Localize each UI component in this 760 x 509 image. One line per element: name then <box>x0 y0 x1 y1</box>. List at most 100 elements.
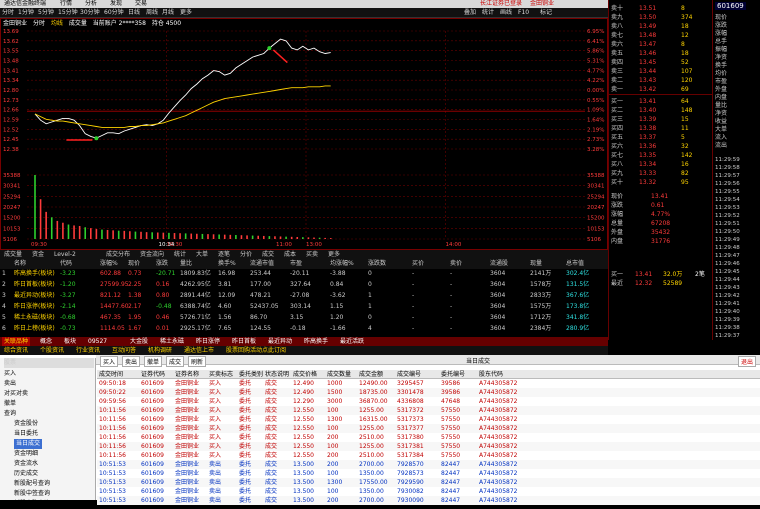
trade-header-cell[interactable]: 买卖标志 <box>209 370 233 379</box>
ask-row[interactable]: 卖三 13.44 107 <box>611 67 711 76</box>
trade-toolbar-button-2[interactable]: 撤单 <box>144 356 163 367</box>
trade-row[interactable]: 10:11:56 601609 金田铜业 买入 委托 成交 12.550 200 2510.00… <box>97 451 760 460</box>
table-header-1[interactable]: 代码 <box>60 259 72 269</box>
toolbar-period-4[interactable]: 30分钟 <box>80 9 100 17</box>
mid-tab-12[interactable]: 更多 <box>326 250 342 259</box>
related-tab-9[interactable]: 昨高换手 <box>302 337 330 346</box>
toolbar-period-9[interactable]: 更多 <box>180 9 192 17</box>
trade-toolbar-button-1[interactable]: 卖出 <box>122 356 141 367</box>
sidebar-item[interactable]: 资金股份 <box>14 419 38 429</box>
toolbar-period-8[interactable]: 月线 <box>162 9 174 17</box>
mid-tab-6[interactable]: 大单 <box>194 250 210 259</box>
news-tab-4[interactable]: 机构调研 <box>146 346 174 355</box>
toolbar-right-4[interactable]: 标记 <box>540 9 552 17</box>
ask-row[interactable]: 卖九 13.50 374 <box>611 13 711 22</box>
table-header-12[interactable]: 卖价 <box>450 259 462 269</box>
mid-tab-10[interactable]: 成本 <box>282 250 298 259</box>
sidebar-item[interactable]: 新股中签查询 <box>14 489 50 499</box>
trade-toolbar-button-4[interactable]: 刷新 <box>188 356 207 367</box>
trade-row[interactable]: 10:11:56 601609 金田铜业 买入 委托 成交 12.550 200 2510.00… <box>97 433 760 442</box>
toolbar-period-2[interactable]: 5分钟 <box>38 9 54 17</box>
mid-tab-1[interactable]: 资金 <box>30 250 46 259</box>
trade-row[interactable]: 09:50:18 601609 金田铜业 买入 委托 成交 12.490 1000 12490.… <box>97 379 760 388</box>
related-tab-7[interactable]: 昨日首板 <box>230 337 258 346</box>
trade-header-cell[interactable]: 成交金额 <box>359 370 383 379</box>
mid-tab-7[interactable]: 逐笔 <box>216 250 232 259</box>
trade-header-cell[interactable]: 委托编号 <box>441 370 465 379</box>
table-row[interactable]: 3 最近异动(板块) -3.27 821.12 1.38 0.80 2891.44亿 12.0… <box>0 291 608 301</box>
sidebar-item[interactable]: 资金流水 <box>14 459 38 469</box>
bid-row[interactable]: 买十 13.32 95 <box>611 178 711 187</box>
bid-row[interactable]: 买六 13.36 32 <box>611 142 711 151</box>
table-header-2[interactable]: 涨幅% <box>100 259 118 269</box>
mid-tab-2[interactable]: Level-2 <box>52 250 78 259</box>
trade-row[interactable]: 10:11:56 601609 金田铜业 买入 委托 成交 12.550 100 1255.00… <box>97 424 760 433</box>
trade-header-cell[interactable]: 成交时间 <box>99 370 123 379</box>
ask-row[interactable]: 卖二 13.43 120 <box>611 76 711 85</box>
sidebar-item[interactable]: 查询 <box>4 409 16 419</box>
toolbar-period-6[interactable]: 日线 <box>128 9 140 17</box>
sidebar-item[interactable]: 卖出 <box>4 379 16 389</box>
table-row[interactable]: 4 昨日涨停(板块) -2.14 14477.60 2.17 -0.48 6388.74亿 4… <box>0 302 608 312</box>
trade-header-cell[interactable]: 状态说明 <box>265 370 289 379</box>
sidebar-item[interactable]: 当日成交 <box>14 439 43 449</box>
trade-toolbar-button-0[interactable]: 买入 <box>100 356 119 367</box>
table-header-7[interactable]: 流通市值 <box>250 259 274 269</box>
table-row[interactable]: 5 稀土永磁(板块) -0.68 467.35 1.95 0.46 5726.71亿 1.56… <box>0 313 608 323</box>
toolbar-right-1[interactable]: 统计 <box>482 9 494 17</box>
trade-row[interactable]: 09:50:22 601609 金田铜业 买入 委托 成交 12.490 1500 18735.… <box>97 388 760 397</box>
table-row[interactable]: 6 昨日上榜(板块) -0.73 1114.05 1.67 0.01 2925.17亿 7.6… <box>0 324 608 334</box>
news-tab-6[interactable]: 股票回购活动点此订阅 <box>224 346 288 355</box>
intraday-chart[interactable]: 金田铜业 分时 均线 成交量 当前账户 2****358 持仓 4500 13.… <box>0 18 608 250</box>
menu-item-jiaoyi[interactable]: 交易 <box>135 0 147 8</box>
menu-item-hangqing[interactable]: 行情 <box>60 0 72 8</box>
sidebar-item[interactable]: 资金明细 <box>14 449 38 459</box>
news-tab-0[interactable]: 综合资讯 <box>2 346 30 355</box>
bid-row[interactable]: 买四 13.38 11 <box>611 124 711 133</box>
related-tab-10[interactable]: 最近活跃 <box>338 337 366 346</box>
news-tab-2[interactable]: 行业资讯 <box>74 346 102 355</box>
trade-row[interactable]: 10:11:56 601609 金田铜业 买入 委托 成交 12.550 100 1255.00… <box>97 442 760 451</box>
mid-tab-4[interactable]: 资金流向 <box>138 250 166 259</box>
table-header-3[interactable]: 现价 <box>128 259 140 269</box>
mid-tab-0[interactable]: 成交量 <box>2 250 24 259</box>
trade-row[interactable]: 09:59:56 601609 金田铜业 买入 委托 成交 12.290 3000 36870.… <box>97 397 760 406</box>
sidebar-item[interactable]: 当日委托 <box>14 429 38 439</box>
toolbar-period-1[interactable]: 1分钟 <box>18 9 34 17</box>
news-tab-5[interactable]: 通达信上市 <box>182 346 216 355</box>
sidebar-item[interactable]: 历史成交 <box>14 469 38 479</box>
bid-row[interactable]: 买七 13.35 142 <box>611 151 711 160</box>
trade-row[interactable]: 10:51:53 601609 金田铜业 卖出 委托 成交 13.500 200 2700.00… <box>97 496 760 505</box>
table-header-8[interactable]: 市盈 <box>290 259 302 269</box>
trade-header-cell[interactable]: 成交数量 <box>327 370 351 379</box>
mid-tab-8[interactable]: 分价 <box>238 250 254 259</box>
menu-item-fenxi[interactable]: 分析 <box>85 0 97 8</box>
toolbar-period-5[interactable]: 60分钟 <box>104 9 124 17</box>
trade-row[interactable]: 10:51:53 601609 金田铜业 卖出 委托 成交 13.500 100 1350.00… <box>97 469 760 478</box>
ask-row[interactable]: 卖六 13.47 8 <box>611 40 711 49</box>
toolbar-period-0[interactable]: 分时 <box>2 9 14 17</box>
ask-row[interactable]: 卖八 13.49 18 <box>611 22 711 31</box>
trade-toolbar-button-3[interactable]: 成交 <box>166 356 185 367</box>
trade-header-cell[interactable]: 证券代码 <box>141 370 165 379</box>
ask-row[interactable]: 卖一 13.42 69 <box>611 85 711 94</box>
sidebar-item[interactable]: 对买对卖 <box>4 389 28 399</box>
bid-row[interactable]: 买二 13.40 148 <box>611 106 711 115</box>
ask-row[interactable]: 卖四 13.45 52 <box>611 58 711 67</box>
bid-row[interactable]: 买三 13.39 15 <box>611 115 711 124</box>
table-header-9[interactable]: 均涨幅% <box>330 259 354 269</box>
related-tab-2[interactable]: 板块 <box>62 337 78 346</box>
related-tab-1[interactable]: 概念 <box>38 337 54 346</box>
bid-row[interactable]: 买一 13.41 64 <box>611 97 711 106</box>
related-tab-6[interactable]: 昨日涨停 <box>194 337 222 346</box>
trade-row[interactable]: 10:51:53 601609 金田铜业 卖出 委托 成交 13.500 200 2700.00… <box>97 460 760 469</box>
mid-tab-9[interactable]: 成交 <box>260 250 276 259</box>
table-header-4[interactable]: 涨跌 <box>156 259 168 269</box>
mid-tab-3[interactable]: 成交分布 <box>104 250 132 259</box>
trade-row[interactable]: 10:51:53 601609 金田铜业 卖出 委托 成交 13.500 100 1350.00… <box>97 487 760 496</box>
news-tab-3[interactable]: 互动问答 <box>110 346 138 355</box>
sidebar-item[interactable]: 新股配号查询 <box>14 479 50 489</box>
sidebar-item[interactable]: 撤单 <box>4 399 16 409</box>
related-tab-0[interactable]: 关联品种 <box>2 337 31 346</box>
bid-row[interactable]: 买八 13.34 16 <box>611 160 711 169</box>
